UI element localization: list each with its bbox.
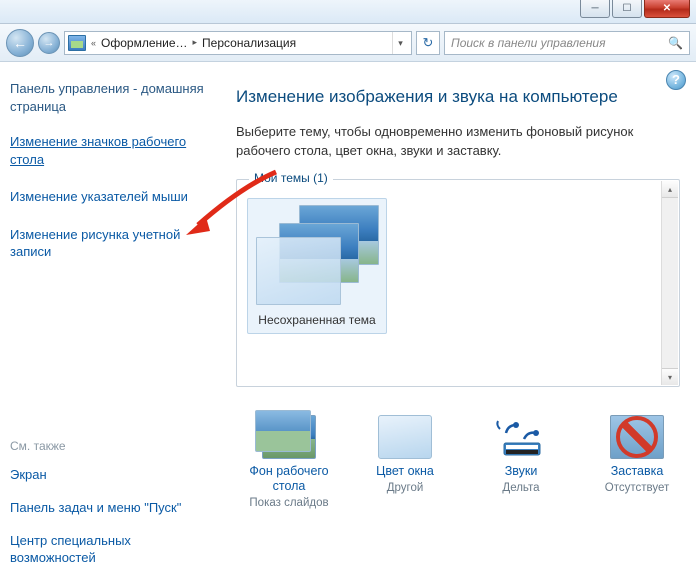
address-bar[interactable]: « Оформление… ▸ Персонализация ▾	[64, 31, 412, 55]
chevron-icon: «	[88, 38, 99, 48]
control-panel-icon	[68, 35, 86, 51]
minimize-button[interactable]: ─	[580, 0, 610, 18]
nav-back-button[interactable]: ←	[6, 29, 34, 57]
search-input[interactable]: Поиск в панели управления 🔍	[444, 31, 690, 55]
sidebar-link-account-picture[interactable]: Изменение рисунка учетной записи	[10, 226, 220, 261]
screensaver-icon	[610, 415, 664, 459]
item-title: Цвет окна	[376, 464, 434, 479]
desktop-background-link[interactable]: Фон рабочего стола Показ слайдов	[246, 415, 332, 509]
scrollbar[interactable]: ▴ ▾	[661, 181, 678, 385]
item-subtitle: Отсутствует	[605, 482, 670, 494]
themes-legend: Мои темы (1)	[249, 171, 333, 185]
sidebar-footer-taskbar[interactable]: Панель задач и меню "Пуск"	[10, 500, 220, 517]
search-placeholder: Поиск в панели управления	[451, 36, 606, 50]
window-color-icon	[378, 415, 432, 459]
desktop-background-icon	[262, 415, 316, 459]
nav-forward-button[interactable]: →	[38, 32, 60, 54]
refresh-button[interactable]: ↻	[416, 31, 440, 55]
screensaver-link[interactable]: Заставка Отсутствует	[594, 415, 680, 509]
breadcrumb-seg[interactable]: Персонализация	[202, 36, 296, 50]
see-also-label: См. также	[10, 439, 220, 453]
item-subtitle: Показ слайдов	[249, 497, 328, 509]
breadcrumb-seg[interactable]: Оформление…	[101, 36, 187, 50]
item-subtitle: Другой	[387, 482, 424, 494]
search-icon: 🔍	[668, 36, 683, 50]
sounds-link[interactable]: Звуки Дельта	[478, 415, 564, 509]
sidebar: Панель управления - домашняя страница Из…	[0, 62, 236, 587]
navbar: ← → « Оформление… ▸ Персонализация ▾ ↻ П…	[0, 24, 696, 62]
item-title: Заставка	[611, 464, 664, 479]
sidebar-link-desktop-icons[interactable]: Изменение значков рабочего стола	[10, 133, 220, 168]
titlebar: ─ ☐ ✕	[0, 0, 696, 24]
page-description: Выберите тему, чтобы одновременно измени…	[236, 123, 680, 161]
sidebar-footer-display[interactable]: Экран	[10, 467, 220, 484]
window-color-link[interactable]: Цвет окна Другой	[362, 415, 448, 509]
settings-row: Фон рабочего стола Показ слайдов Цвет ок…	[236, 415, 680, 509]
scroll-down-button[interactable]: ▾	[662, 368, 678, 385]
themes-group: Мои темы (1) Несохраненная тема ▴ ▾	[236, 179, 680, 387]
sounds-icon	[494, 415, 548, 459]
item-title: Звуки	[505, 464, 538, 479]
theme-name: Несохраненная тема	[248, 313, 386, 327]
chevron-right-icon: ▸	[190, 37, 201, 48]
sidebar-link-mouse-pointers[interactable]: Изменение указателей мыши	[10, 188, 220, 206]
sidebar-footer-ease-of-access[interactable]: Центр специальных возможностей	[10, 533, 220, 567]
maximize-button[interactable]: ☐	[612, 0, 642, 18]
address-dropdown[interactable]: ▾	[392, 32, 408, 54]
close-button[interactable]: ✕	[644, 0, 690, 18]
main-content: Изменение изображения и звука на компьют…	[236, 62, 696, 587]
page-title: Изменение изображения и звука на компьют…	[236, 86, 680, 109]
sidebar-home-link[interactable]: Панель управления - домашняя страница	[10, 80, 220, 115]
theme-item[interactable]: Несохраненная тема	[247, 198, 387, 334]
theme-thumbnail	[255, 205, 379, 305]
item-title: Фон рабочего стола	[246, 464, 332, 494]
item-subtitle: Дельта	[502, 482, 539, 494]
scroll-up-button[interactable]: ▴	[662, 181, 678, 198]
